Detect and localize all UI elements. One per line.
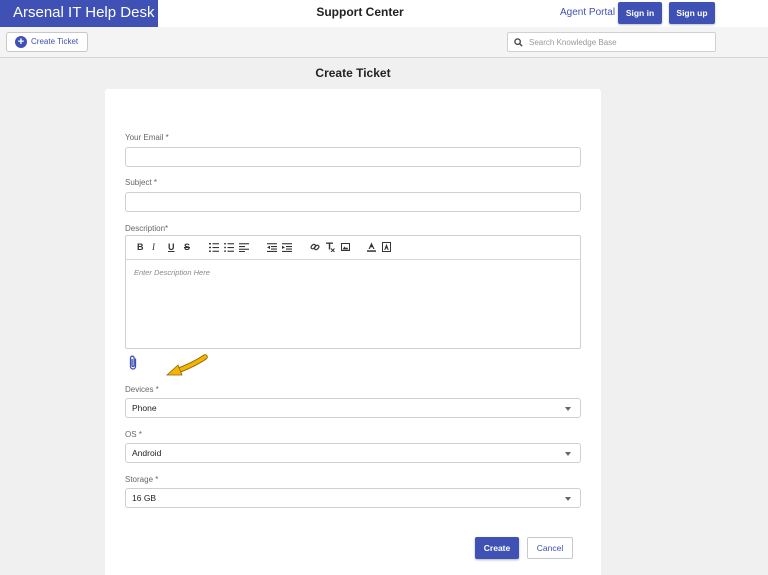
- devices-select[interactable]: Phone: [125, 398, 581, 418]
- italic-icon[interactable]: I: [152, 242, 155, 252]
- page-title: Create Ticket: [315, 66, 391, 80]
- action-toolbar: + Create Ticket: [0, 27, 768, 58]
- background-color-icon[interactable]: [382, 242, 391, 252]
- link-icon[interactable]: [310, 242, 320, 252]
- description-label: Description*: [125, 224, 169, 233]
- subject-field[interactable]: [125, 192, 581, 212]
- description-placeholder: Enter Description Here: [134, 268, 210, 277]
- top-header: Arsenal IT Help Desk Support Center Agen…: [0, 0, 768, 27]
- brand-logo[interactable]: Arsenal IT Help Desk: [0, 0, 158, 27]
- create-button[interactable]: Create: [475, 537, 519, 559]
- knowledge-base-search[interactable]: [507, 32, 716, 52]
- font-color-icon[interactable]: [367, 242, 376, 252]
- agent-portal-link[interactable]: Agent Portal: [560, 7, 615, 18]
- create-ticket-form: Your Email * Subject * Description* B I …: [105, 89, 601, 575]
- storage-label: Storage *: [125, 475, 159, 484]
- os-label: OS *: [125, 430, 142, 439]
- storage-value: 16 GB: [132, 493, 157, 503]
- bold-icon[interactable]: B: [137, 242, 144, 252]
- image-icon[interactable]: [341, 243, 350, 251]
- arrow-icon: [165, 354, 208, 376]
- align-left-icon[interactable]: [239, 243, 249, 252]
- outdent-icon[interactable]: [267, 243, 277, 252]
- sign-in-button[interactable]: Sign in: [618, 2, 662, 24]
- subject-label: Subject *: [125, 178, 158, 187]
- underline-icon[interactable]: U: [168, 242, 175, 252]
- description-editor[interactable]: B I U S Enter Description Here: [125, 235, 581, 349]
- chevron-down-icon: [565, 452, 571, 456]
- devices-value: Phone: [132, 403, 157, 413]
- email-field[interactable]: [125, 147, 581, 167]
- create-ticket-label: Create Ticket: [31, 37, 79, 46]
- search-icon: [514, 38, 523, 47]
- ordered-list-icon[interactable]: [209, 243, 219, 252]
- storage-select[interactable]: 16 GB: [125, 488, 581, 508]
- page-header-title: Support Center: [316, 5, 404, 19]
- search-input[interactable]: [529, 35, 709, 49]
- sign-up-button[interactable]: Sign up: [669, 2, 715, 24]
- paperclip-icon[interactable]: [128, 355, 138, 371]
- plus-circle-icon: +: [15, 36, 27, 48]
- email-label: Your Email *: [125, 133, 169, 142]
- cancel-button[interactable]: Cancel: [527, 537, 573, 559]
- bullet-list-icon[interactable]: [224, 243, 234, 252]
- create-ticket-button[interactable]: + Create Ticket: [6, 32, 88, 52]
- os-select[interactable]: Android: [125, 443, 581, 463]
- strikethrough-icon[interactable]: S: [184, 242, 190, 252]
- devices-label: Devices *: [125, 385, 159, 394]
- clear-format-icon[interactable]: [325, 242, 335, 252]
- chevron-down-icon: [565, 407, 571, 411]
- os-value: Android: [132, 448, 162, 458]
- chevron-down-icon: [565, 497, 571, 501]
- indent-icon[interactable]: [282, 243, 292, 252]
- editor-toolbar: B I U S: [126, 236, 580, 260]
